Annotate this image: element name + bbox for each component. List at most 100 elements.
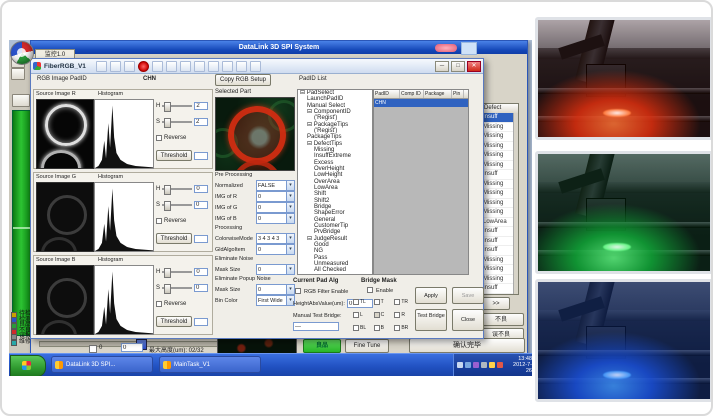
table-row[interactable]: Missing <box>481 199 514 209</box>
fine-tune-button[interactable]: Fine Tune <box>345 339 389 353</box>
record-icon[interactable] <box>138 61 149 72</box>
palette-icon[interactable] <box>236 61 247 72</box>
hue-value-field[interactable] <box>194 268 208 276</box>
network-icon[interactable] <box>465 362 471 368</box>
table-row[interactable]: Missing <box>481 208 514 218</box>
source-image-thumbnail[interactable] <box>36 182 94 252</box>
table-row[interactable]: Insuff <box>481 170 514 180</box>
column-header[interactable]: Package <box>424 90 452 98</box>
dialog-titlebar[interactable]: FiberRGB_V1 ─ □ ✕ <box>31 59 483 74</box>
table-row[interactable]: Insuff <box>481 237 514 247</box>
chart-icon[interactable] <box>208 61 219 72</box>
saturation-value-field[interactable] <box>194 201 208 209</box>
table-row[interactable]: Missing <box>481 265 514 275</box>
hue-slider[interactable] <box>162 188 192 190</box>
close-icon[interactable]: ✕ <box>467 61 481 72</box>
table-row[interactable]: Missing <box>481 189 514 199</box>
start-button[interactable] <box>10 355 46 376</box>
table-row[interactable]: Insuff <box>481 113 514 123</box>
cut-icon[interactable] <box>152 61 163 72</box>
threshold-field[interactable] <box>194 235 208 243</box>
apply-button[interactable]: Apply <box>415 287 447 304</box>
table-row[interactable]: Missing <box>481 180 514 190</box>
saturation-slider[interactable] <box>162 287 192 289</box>
manual-test-bridge-field[interactable] <box>293 322 339 331</box>
taskbar-app-button[interactable]: MainTask_V1 <box>159 356 261 373</box>
table-row[interactable]: Bridge <box>481 294 514 295</box>
ng-button[interactable]: 不良 <box>478 313 524 326</box>
close-button[interactable]: Close <box>452 309 484 331</box>
slider-thumb[interactable] <box>164 201 171 211</box>
image-icon[interactable] <box>180 61 191 72</box>
saturation-slider[interactable] <box>162 121 192 123</box>
good-button[interactable]: 良品 <box>303 339 341 353</box>
back-window-button[interactable] <box>11 68 25 80</box>
taskbar-app-button[interactable]: DataLink 3D SPI... <box>51 356 153 373</box>
threshold-button[interactable]: Threshold <box>156 233 192 244</box>
update-icon[interactable] <box>481 362 487 368</box>
bridge-checkbox-tr[interactable] <box>394 299 400 305</box>
processing-param-select[interactable]: First Wide▾ <box>256 295 295 306</box>
threshold-button[interactable]: Threshold <box>156 316 192 327</box>
reverse-checkbox[interactable] <box>156 301 162 307</box>
padid-selected-row[interactable]: CHN <box>374 99 468 107</box>
hue-slider[interactable] <box>162 271 192 273</box>
open-icon[interactable] <box>96 61 107 72</box>
tree-item[interactable]: All Checked <box>298 267 372 273</box>
bottom-value-field[interactable] <box>121 343 143 352</box>
save-button[interactable]: Save <box>452 287 484 304</box>
test-bridge-button[interactable]: Test Bridge <box>415 309 447 331</box>
hue-slider[interactable] <box>162 105 192 107</box>
saturation-value-field[interactable] <box>194 118 208 126</box>
reverse-checkbox[interactable] <box>156 135 162 141</box>
grid-icon[interactable] <box>166 61 177 72</box>
threshold-field[interactable] <box>194 318 208 326</box>
table-row[interactable]: LowArea <box>481 218 514 228</box>
reverse-checkbox[interactable] <box>156 218 162 224</box>
bridge-enable-checkbox[interactable] <box>367 287 373 293</box>
table-row[interactable]: Missing <box>481 132 514 142</box>
bridge-checkbox-bl[interactable] <box>353 325 359 331</box>
hue-value-field[interactable] <box>194 102 208 110</box>
processing-param-select[interactable]: 0▾ <box>256 191 295 202</box>
table-row[interactable]: Insuff <box>481 246 514 256</box>
bridge-checkbox-t[interactable] <box>374 299 380 305</box>
processing-param-select[interactable]: FALSE▾ <box>256 180 295 191</box>
bridge-checkbox-b[interactable] <box>374 325 380 331</box>
titlebar-button[interactable] <box>461 42 477 55</box>
processing-param-select[interactable]: 0▾ <box>256 202 295 213</box>
table-row[interactable]: Missing <box>481 151 514 161</box>
antivirus-icon[interactable] <box>489 362 495 368</box>
layout-icon[interactable] <box>194 61 205 72</box>
column-header[interactable]: PadID <box>374 90 400 98</box>
processing-param-select[interactable]: 0▾ <box>256 244 295 255</box>
table-row[interactable]: Missing <box>481 161 514 171</box>
hue-value-field[interactable] <box>194 185 208 193</box>
saturation-slider[interactable] <box>162 204 192 206</box>
source-image-thumbnail[interactable] <box>36 99 94 169</box>
bridge-checkbox-br[interactable] <box>394 325 400 331</box>
threshold-field[interactable] <box>194 152 208 160</box>
table-row[interactable]: Missing <box>481 142 514 152</box>
table-row[interactable]: Insuff <box>481 284 514 294</box>
source-image-thumbnail[interactable] <box>36 265 94 335</box>
slider-thumb[interactable] <box>164 185 171 195</box>
copy-rgb-setup-button[interactable]: Copy RGB Setup <box>215 74 271 86</box>
minimize-button[interactable]: ─ <box>435 61 449 72</box>
back-window-button[interactable] <box>12 94 30 107</box>
saturation-value-field[interactable] <box>194 284 208 292</box>
column-header[interactable]: Pin <box>452 90 464 98</box>
threshold-button[interactable]: Threshold <box>156 150 192 161</box>
bridge-checkbox-l[interactable] <box>353 312 359 318</box>
more-button[interactable]: >> <box>482 297 510 310</box>
maximize-button[interactable]: □ <box>451 61 465 72</box>
defect-table-scrollbar[interactable] <box>513 113 518 294</box>
wrench-icon[interactable] <box>222 61 233 72</box>
bridge-checkbox-r[interactable] <box>394 312 400 318</box>
table-row[interactable]: Insuff <box>481 227 514 237</box>
slider-thumb[interactable] <box>164 284 171 294</box>
processing-param-select[interactable]: 0▾ <box>256 213 295 224</box>
processing-param-select[interactable]: 0▾ <box>256 264 295 275</box>
confirm-complete-button[interactable]: 确认完毕 <box>409 338 525 353</box>
taskbar-clock[interactable]: 13:48 2012-7-26 <box>507 356 532 374</box>
